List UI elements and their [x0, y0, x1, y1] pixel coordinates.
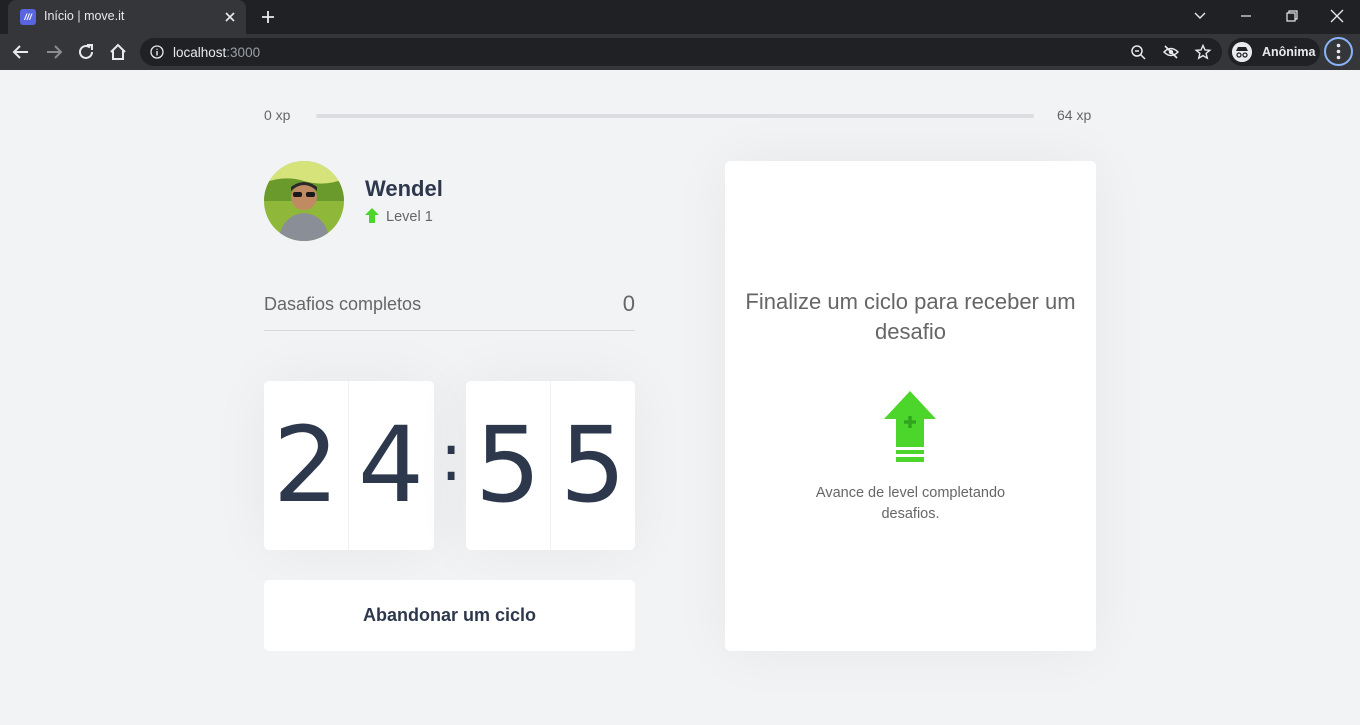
- address-bar[interactable]: localhost:3000: [140, 38, 1222, 66]
- countdown-minute-tens: 2: [272, 404, 340, 526]
- countdown-separator: :: [440, 419, 463, 496]
- challenge-box: Finalize um ciclo para receber um desafi…: [725, 161, 1096, 651]
- experience-bar: [316, 114, 1034, 118]
- incognito-profile-button[interactable]: Anônima: [1228, 38, 1320, 66]
- challenge-box-description: Avance de level completando desafios.: [815, 485, 1006, 522]
- browser-menu-icon[interactable]: [1324, 37, 1353, 66]
- incognito-icon: [1232, 42, 1252, 62]
- url-port: :3000: [226, 45, 261, 60]
- address-url: localhost:3000: [173, 45, 260, 60]
- xp-min-label: 0 xp: [264, 107, 291, 123]
- tab-title: Início | move.it: [44, 9, 125, 23]
- level-up-icon: [884, 391, 936, 462]
- countdown-second-units: 5: [559, 404, 627, 526]
- user-level: Level 1: [386, 209, 433, 225]
- challenge-box-title: Finalize um ciclo para receber um desafi…: [745, 289, 1076, 344]
- forward-arrow-icon[interactable]: [43, 41, 65, 63]
- browser-toolbar: localhost:3000 Anônima: [0, 34, 1360, 70]
- abandon-cycle-button[interactable]: Abandonar um ciclo: [264, 580, 635, 651]
- countdown-minute-units: 4: [357, 404, 425, 526]
- browser-tab[interactable]: /// Início | move.it: [8, 0, 246, 34]
- url-host: localhost: [173, 45, 227, 60]
- bookmark-star-icon[interactable]: [1194, 44, 1212, 60]
- countdown-minutes: 2 4: [264, 381, 434, 550]
- countdown-seconds: 5 5: [466, 381, 635, 550]
- home-icon[interactable]: [107, 41, 129, 63]
- site-info-icon[interactable]: [150, 45, 164, 59]
- close-tab-icon[interactable]: [222, 9, 238, 25]
- profile-label: Anônima: [1262, 45, 1316, 59]
- countdown-second-tens: 5: [474, 404, 542, 526]
- avatar: [264, 161, 344, 241]
- browser-tab-bar: /// Início | move.it: [0, 0, 1360, 34]
- reload-icon[interactable]: [75, 41, 97, 63]
- xp-max-label: 64 xp: [1057, 107, 1092, 123]
- back-arrow-icon[interactable]: [10, 41, 32, 63]
- eye-off-icon[interactable]: [1162, 44, 1180, 60]
- user-name: Wendel: [365, 176, 443, 201]
- tab-search-chevron-icon[interactable]: [1190, 6, 1210, 26]
- restore-window-icon[interactable]: [1282, 6, 1302, 26]
- new-tab-icon[interactable]: [258, 8, 278, 26]
- close-window-icon[interactable]: [1327, 6, 1347, 26]
- level-up-arrow-icon: [365, 208, 379, 223]
- minimize-window-icon[interactable]: [1236, 6, 1256, 26]
- zoom-icon[interactable]: [1130, 44, 1148, 60]
- completed-challenges: Dasafios completos 0: [264, 285, 635, 331]
- completed-challenges-count: 0: [622, 291, 635, 316]
- moveit-favicon-icon: ///: [20, 9, 36, 25]
- completed-challenges-label: Dasafios completos: [264, 294, 422, 314]
